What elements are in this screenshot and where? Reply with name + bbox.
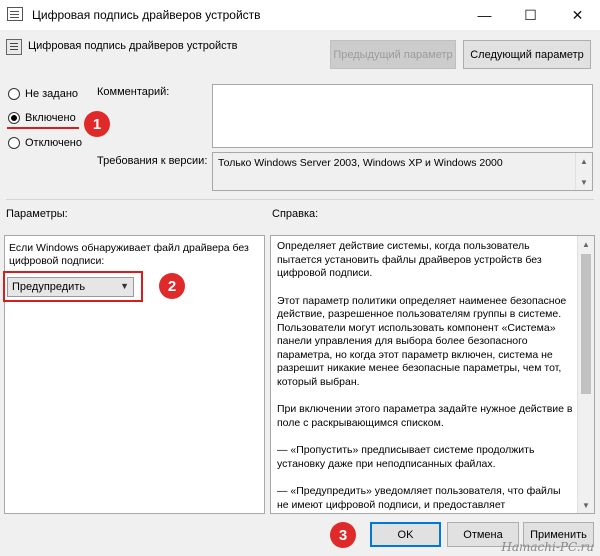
- radio-not-configured-label: Не задано: [25, 88, 79, 100]
- help-paragraph: — «Предупредить» уведомляет пользователя…: [277, 485, 561, 513]
- enabled-highlight-underline: [7, 127, 79, 129]
- radio-enabled-dot[interactable]: [8, 112, 20, 124]
- requirements-scrollbar[interactable]: ▲ ▼: [575, 153, 592, 190]
- params-prompt: Если Windows обнаруживает файл драйвера …: [9, 242, 249, 267]
- dropdown-value: Предупредить: [12, 281, 86, 293]
- help-section-label: Справка:: [272, 208, 319, 220]
- previous-setting-button[interactable]: Предыдущий параметр: [330, 40, 456, 69]
- policy-title: Цифровая подпись драйверов устройств: [28, 40, 238, 52]
- scroll-up-icon[interactable]: ▲: [576, 153, 592, 169]
- radio-disabled-label: Отключено: [25, 137, 82, 149]
- watermark: Hamachi-PC.ru: [501, 540, 594, 554]
- help-paragraph: Определяет действие системы, когда польз…: [277, 240, 542, 279]
- scroll-down-icon[interactable]: ▼: [576, 174, 592, 190]
- step-badge-2: 2: [159, 273, 185, 299]
- help-paragraph: — «Пропустить» предписывает системе прод…: [277, 444, 535, 470]
- help-scrollbar[interactable]: ▲ ▼: [577, 236, 594, 513]
- help-paragraph: При включении этого параметра задайте ну…: [277, 403, 573, 429]
- radio-not-configured[interactable]: Не задано: [8, 88, 78, 100]
- ok-button[interactable]: OK: [370, 522, 441, 547]
- requirements-label: Требования к версии:: [97, 155, 208, 167]
- next-setting-button[interactable]: Следующий параметр: [463, 40, 591, 69]
- requirements-field: Только Windows Server 2003, Windows XP и…: [212, 152, 593, 191]
- radio-disabled-dot[interactable]: [8, 137, 20, 149]
- scrollbar-thumb[interactable]: [581, 254, 591, 394]
- section-divider: [6, 199, 594, 200]
- radio-not-configured-dot[interactable]: [8, 88, 20, 100]
- step-badge-3: 3: [330, 522, 356, 548]
- help-paragraph: Этот параметр политики определяет наимен…: [277, 294, 567, 388]
- comment-label: Комментарий:: [97, 86, 170, 98]
- comment-textarea[interactable]: [212, 84, 593, 148]
- chevron-down-icon[interactable]: ▼: [120, 281, 129, 291]
- minimize-icon[interactable]: —: [462, 0, 507, 30]
- step-badge-1: 1: [84, 111, 110, 137]
- action-dropdown[interactable]: Предупредить ▼: [7, 277, 134, 297]
- maximize-icon[interactable]: ☐: [508, 0, 553, 30]
- radio-enabled[interactable]: Включено: [8, 112, 76, 124]
- scroll-up-icon[interactable]: ▲: [578, 236, 594, 252]
- title-bar[interactable]: Цифровая подпись драйверов устройств — ☐…: [0, 0, 600, 30]
- help-text: Определяет действие системы, когда польз…: [277, 240, 573, 513]
- policy-setting-icon: [6, 39, 22, 55]
- policy-window-icon: [7, 7, 23, 21]
- radio-disabled[interactable]: Отключено: [8, 137, 82, 149]
- params-section-label: Параметры:: [6, 208, 68, 220]
- window-title: Цифровая подпись драйверов устройств: [32, 8, 261, 22]
- radio-enabled-label: Включено: [25, 112, 76, 124]
- scroll-down-icon[interactable]: ▼: [578, 497, 594, 513]
- help-panel: Определяет действие системы, когда польз…: [270, 235, 595, 514]
- requirements-value: Только Windows Server 2003, Windows XP и…: [218, 157, 503, 169]
- close-icon[interactable]: ✕: [555, 0, 600, 30]
